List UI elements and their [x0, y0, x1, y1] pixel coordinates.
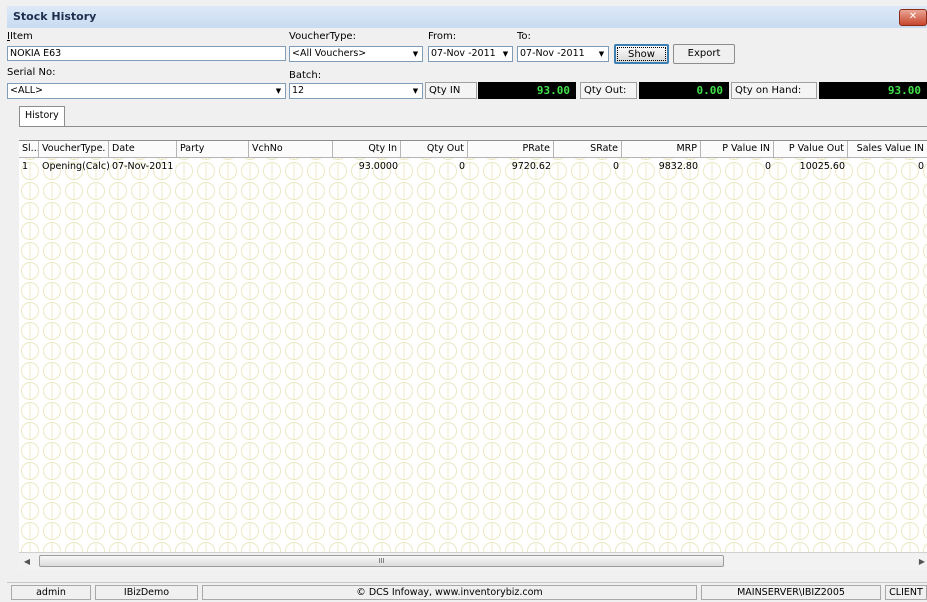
col-sales-value-in[interactable]: Sales Value IN — [848, 141, 927, 158]
to-label: To: — [517, 31, 531, 42]
cell-p-value-in: 0 — [764, 161, 771, 172]
status-user: admin — [11, 585, 91, 600]
cell-qty-in: 93.0000 — [358, 161, 398, 172]
status-copyright: © DCS Infoway, www.inventorybiz.com — [202, 585, 697, 600]
batch-label: Batch: — [289, 70, 322, 81]
chevron-down-icon[interactable]: ▼ — [595, 47, 608, 61]
col-prate[interactable]: PRate — [468, 141, 554, 158]
qty-on-hand-label: Qty on Hand: — [731, 82, 817, 99]
tab-history[interactable]: History — [19, 106, 65, 126]
col-date[interactable]: Date — [109, 141, 177, 158]
cell-sales-value-in: 0 — [917, 161, 924, 172]
chevron-down-icon[interactable]: ▼ — [272, 84, 285, 98]
voucher-type-value: <All Vouchers> — [292, 48, 367, 59]
col-qty-in[interactable]: Qty In — [333, 141, 401, 158]
status-mode: CLIENT — [885, 585, 927, 600]
qty-in-value: 93.00 — [478, 82, 576, 99]
item-label-text: Item — [9, 31, 33, 42]
status-server: MAINSERVER\IBIZ2005 — [701, 585, 881, 600]
show-button-label: Show — [628, 49, 655, 60]
cell-prate: 9720.62 — [511, 161, 551, 172]
cell-vchno — [249, 159, 333, 174]
window-title: Stock History — [13, 10, 97, 23]
status-bar: admin IBizDemo © DCS Infoway, www.invent… — [7, 582, 927, 602]
scroll-thumb-grip: III — [378, 557, 385, 565]
grid-watermark — [19, 141, 927, 553]
serial-label: Serial No: — [7, 67, 56, 78]
cell-voucher-type: Opening(Calc) — [42, 161, 109, 172]
qty-on-hand-value: 93.00 — [819, 82, 927, 99]
chevron-down-icon[interactable]: ▼ — [409, 84, 422, 98]
from-date-picker[interactable]: 07-Nov -2011 ▼ — [428, 46, 513, 62]
item-field[interactable]: NOKIA E63 — [7, 46, 286, 61]
scroll-right-icon[interactable]: ▶ — [917, 556, 927, 567]
history-table[interactable]: Sl... VoucherType. Date Party VchNo Qty … — [19, 140, 927, 553]
cell-srate: 0 — [612, 161, 619, 172]
batch-select[interactable]: 12 ▼ — [289, 83, 423, 99]
col-qty-out[interactable]: Qty Out — [401, 141, 468, 158]
from-date-value: 07-Nov -2011 — [431, 48, 496, 59]
col-voucher-type[interactable]: VoucherType. — [39, 141, 109, 158]
voucher-type-label: VoucherType: — [289, 31, 356, 42]
cell-date: 07-Nov-2011 — [112, 161, 174, 172]
col-sl[interactable]: Sl... — [19, 141, 39, 158]
to-date-value: 07-Nov -2011 — [520, 48, 585, 59]
scroll-left-icon[interactable]: ◀ — [21, 556, 33, 567]
to-date-picker[interactable]: 07-Nov -2011 ▼ — [517, 46, 609, 62]
chevron-down-icon[interactable]: ▼ — [409, 47, 422, 61]
cell-p-value-out: 10025.60 — [799, 161, 845, 172]
col-mrp[interactable]: MRP — [622, 141, 701, 158]
cell-qty-out: 0 — [458, 161, 465, 172]
status-company: IBizDemo — [95, 585, 198, 600]
serial-value: <ALL> — [10, 85, 44, 96]
batch-value: 12 — [292, 85, 305, 96]
col-srate[interactable]: SRate — [554, 141, 622, 158]
export-button[interactable]: Export — [673, 44, 735, 64]
show-button[interactable]: Show — [614, 44, 669, 64]
title-bar: Stock History ✕ — [7, 6, 927, 29]
close-icon[interactable]: ✕ — [899, 9, 927, 26]
cell-sl: 1 — [22, 161, 29, 172]
col-p-value-out[interactable]: P Value Out — [774, 141, 848, 158]
horizontal-scrollbar[interactable]: ◀ III ▶ — [19, 552, 927, 570]
qty-in-label: Qty IN — [425, 82, 477, 99]
serial-select[interactable]: <ALL> ▼ — [7, 83, 286, 99]
from-label: From: — [428, 31, 457, 42]
cell-party — [177, 159, 249, 174]
col-vchno[interactable]: VchNo — [249, 141, 333, 158]
scroll-thumb[interactable]: III — [39, 555, 724, 567]
cell-mrp: 9832.80 — [658, 161, 698, 172]
voucher-type-select[interactable]: <All Vouchers> ▼ — [289, 46, 423, 62]
export-button-label: Export — [687, 48, 721, 59]
qty-out-label: Qty Out: — [580, 82, 637, 99]
col-p-value-in[interactable]: P Value IN — [701, 141, 774, 158]
qty-out-value: 0.00 — [639, 82, 729, 99]
col-party[interactable]: Party — [177, 141, 249, 158]
item-label: IItem — [7, 31, 33, 42]
chevron-down-icon[interactable]: ▼ — [499, 47, 512, 61]
tab-divider — [19, 126, 927, 127]
